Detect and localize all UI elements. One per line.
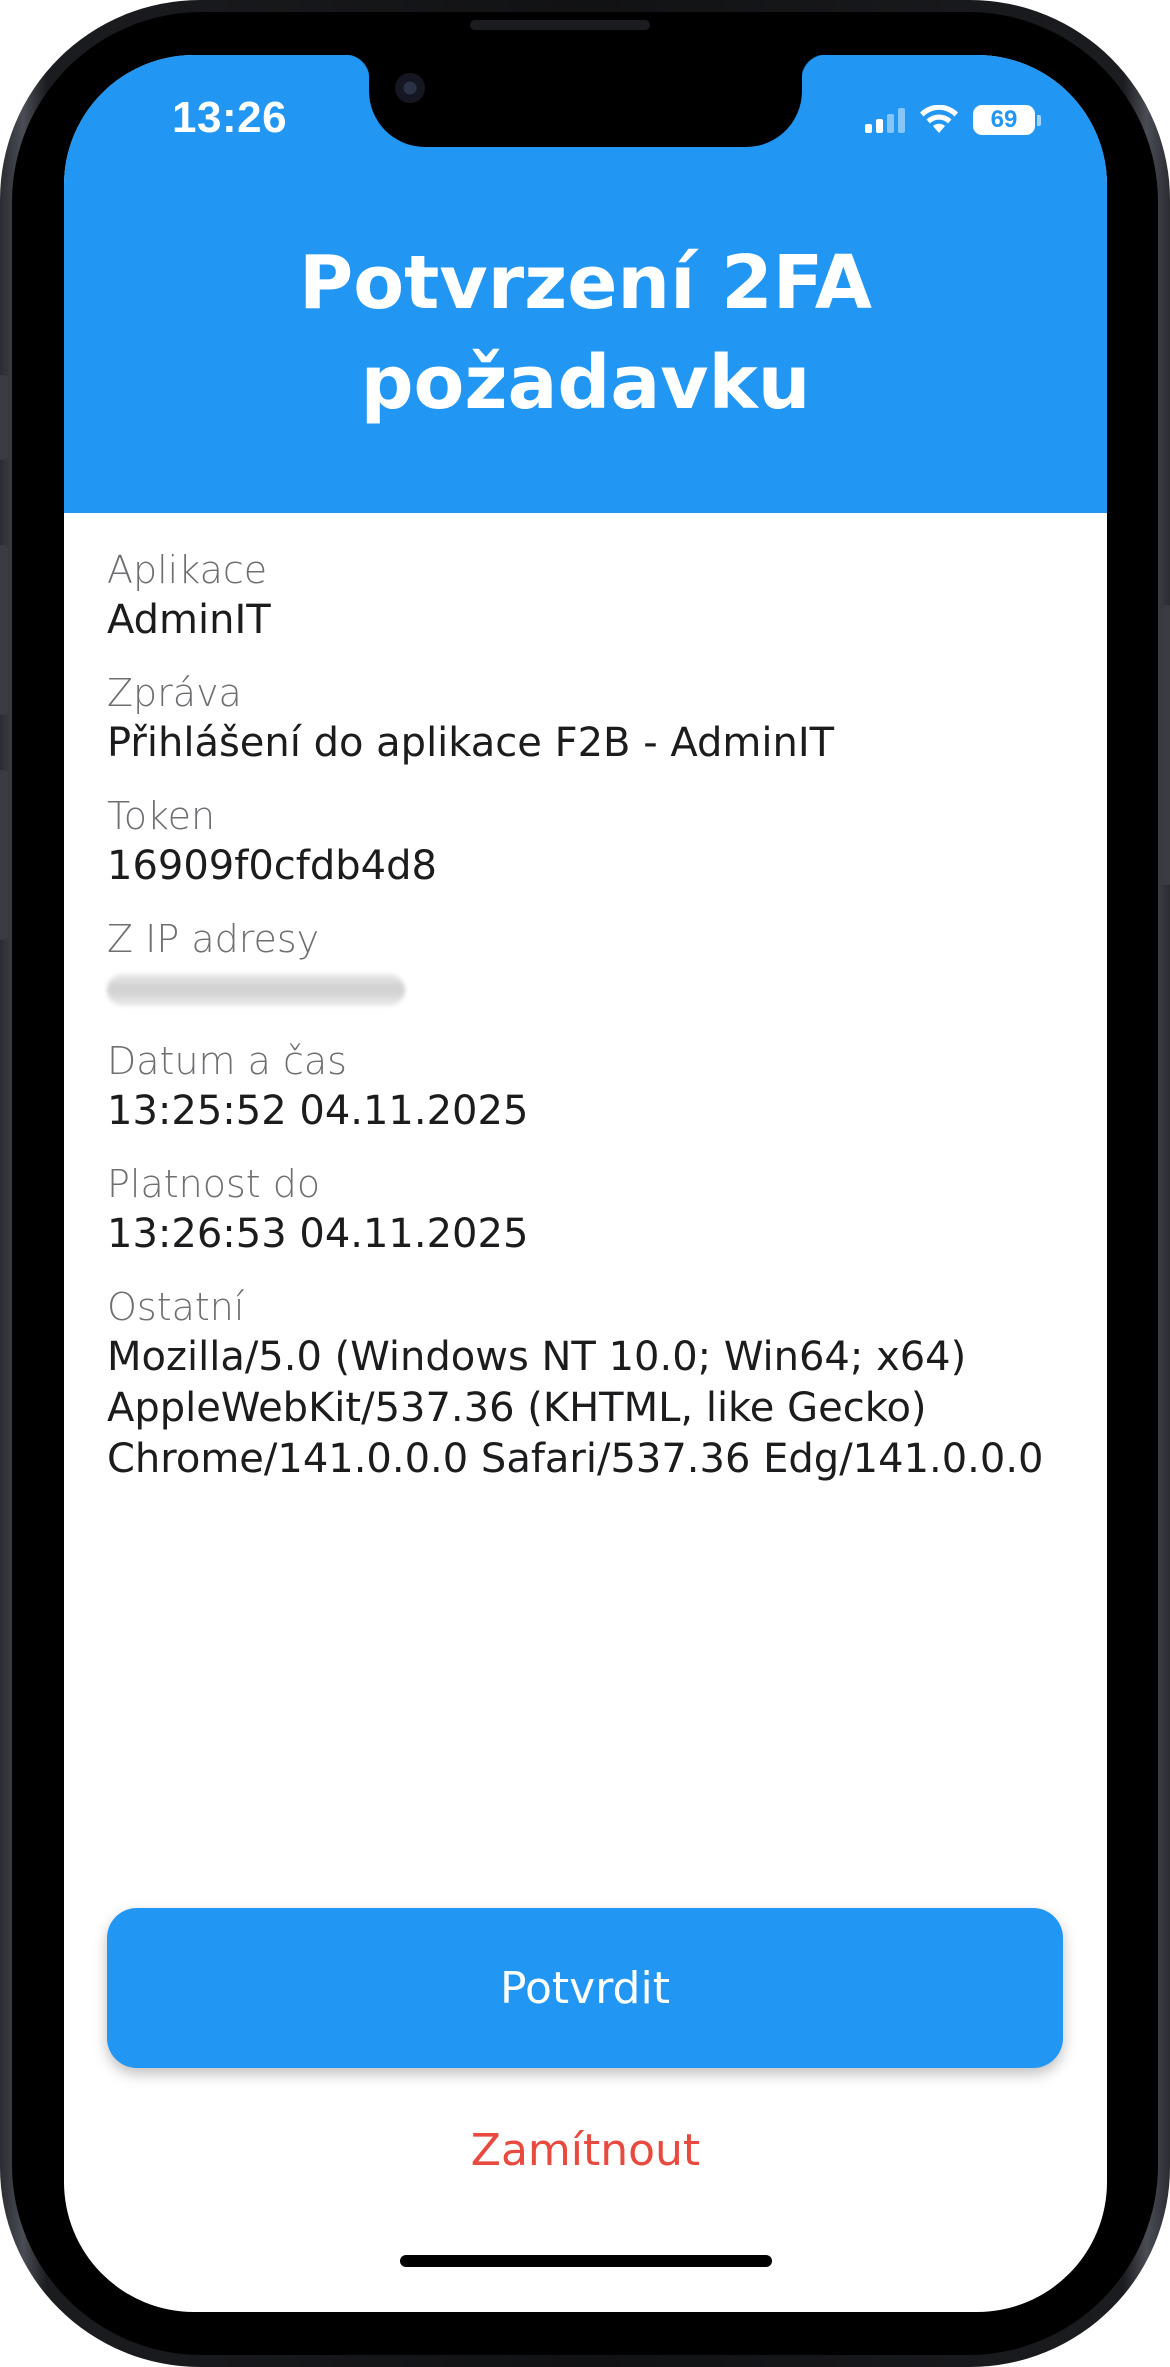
confirm-button[interactable]: Potvrdit [107,1908,1063,2068]
detail-application: Aplikace AdminIT [107,545,1067,646]
reject-button[interactable]: Zamítnout [64,2125,1107,2176]
status-icons: 69 [865,105,1041,135]
battery-level: 69 [990,106,1018,133]
status-time: 13:26 [172,93,288,142]
page-title: Potvrzení 2FA požadavku [298,240,873,426]
detail-token: Token 16909f0cfdb4d8 [107,791,1067,892]
battery-icon: 69 [973,105,1041,135]
detail-label: Token [107,794,216,838]
detail-label: Z IP adresy [107,917,320,961]
detail-message: Zpráva Přihlášení do aplikace F2B - Admi… [107,668,1067,769]
detail-value: 16909f0cfdb4d8 [107,843,437,889]
detail-value: AdminIT [107,597,271,643]
detail-label: Platnost do [107,1162,321,1206]
detail-other: Ostatní Mozilla/5.0 (Windows NT 10.0; Wi… [107,1282,1067,1485]
cellular-signal-icon [865,107,905,133]
header-bar: 13:26 69 Potvrzení 2FA požadavku [64,55,1107,513]
redacted-ip-value [107,974,405,1006]
detail-value: Přihlášení do aplikace F2B - AdminIT [107,720,835,766]
home-indicator[interactable] [400,2255,772,2267]
phone-frame: 13:26 69 Potvrzení 2FA požadavku Aplikac… [0,0,1170,2367]
detail-label: Zpráva [107,671,242,715]
detail-ip-address: Z IP adresy [107,914,1067,1006]
app-screen: 13:26 69 Potvrzení 2FA požadavku Aplikac… [64,55,1107,2312]
detail-label: Ostatní [107,1285,245,1329]
detail-value: Mozilla/5.0 (Windows NT 10.0; Win64; x64… [107,1334,1044,1482]
power-button [1162,605,1170,885]
detail-value: 13:26:53 04.11.2025 [107,1211,529,1257]
earpiece [470,20,650,30]
request-details: Aplikace AdminIT Zpráva Přihlášení do ap… [107,545,1067,1507]
action-button [0,375,8,460]
volume-down-button [0,770,8,940]
detail-label: Aplikace [107,548,268,592]
detail-value: 13:25:52 04.11.2025 [107,1088,529,1134]
dynamic-notch [345,55,826,147]
wifi-icon [920,105,958,133]
volume-up-button [0,545,8,715]
detail-date-time: Datum a čas 13:25:52 04.11.2025 [107,1036,1067,1137]
detail-label: Datum a čas [107,1039,347,1083]
front-camera [395,73,425,103]
detail-valid-until: Platnost do 13:26:53 04.11.2025 [107,1159,1067,1260]
